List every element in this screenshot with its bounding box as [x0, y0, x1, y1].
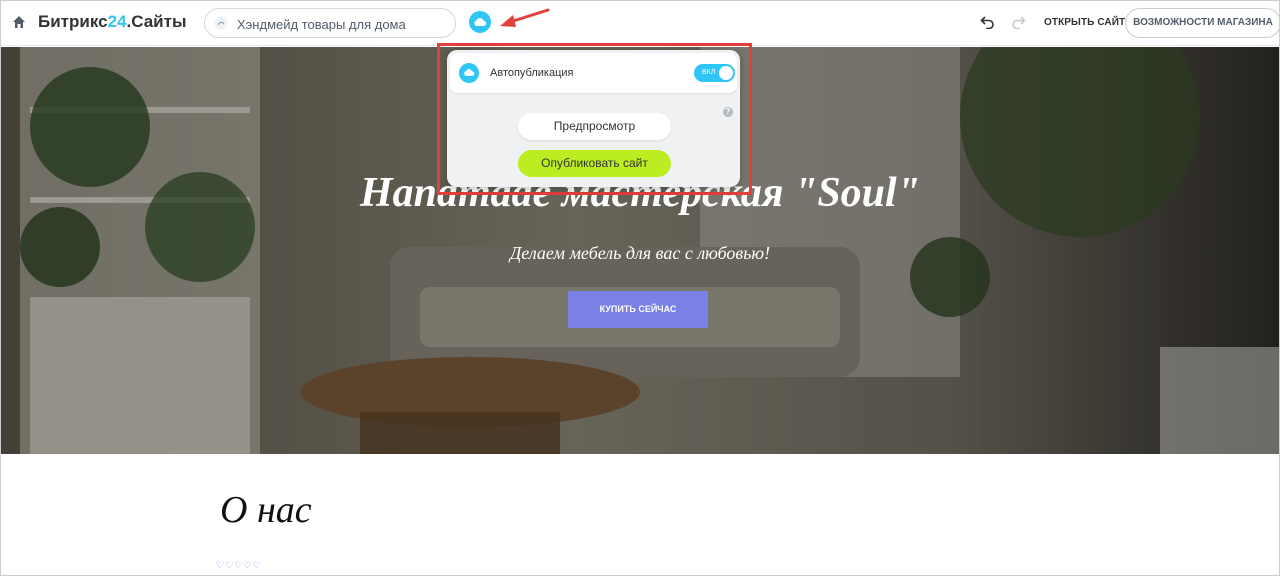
autopublish-row: Автопубликация ВКЛ — [450, 53, 737, 93]
autopublish-toggle[interactable]: ВКЛ — [694, 64, 735, 82]
redo-icon[interactable] — [1010, 15, 1026, 29]
undo-icon[interactable] — [980, 15, 996, 29]
toggle-state-label: ВКЛ — [702, 69, 716, 76]
hero-subtitle: Делаем мебель для вас с любовью! — [509, 243, 771, 263]
preview-button[interactable]: Предпросмотр — [518, 113, 671, 140]
red-arrow-annotation — [500, 8, 550, 27]
about-title: О нас — [220, 489, 312, 531]
app-logo[interactable]: Битрикс24.Сайты — [38, 12, 186, 32]
site-name: Хэндмейд товары для дома — [237, 17, 406, 32]
toggle-knob — [719, 66, 733, 80]
publish-site-button[interactable]: Опубликовать сайт — [518, 150, 671, 177]
logo-suffix: .Сайты — [126, 12, 187, 31]
autopublish-label: Автопубликация — [490, 67, 574, 79]
shop-features-button[interactable]: ВОЗМОЖНОСТИ МАГАЗИНА — [1125, 8, 1280, 38]
help-icon[interactable]: ? — [723, 107, 733, 117]
logo-accent: 24 — [107, 12, 127, 31]
hearts-decoration: ♡♡♡♡♡ — [216, 560, 262, 570]
site-thumbnail-icon — [214, 16, 228, 30]
publish-popup: Автопубликация ВКЛ ? Предпросмотр Опубли… — [447, 50, 740, 187]
cloud-icon — [459, 63, 479, 83]
cloud-icon — [474, 18, 487, 26]
site-selector[interactable]: Хэндмейд товары для дома — [204, 8, 456, 38]
buy-now-button[interactable]: КУПИТЬ СЕЙЧАС — [568, 291, 708, 328]
top-bar: Битрикс24.Сайты Хэндмейд товары для дома… — [0, 0, 1280, 46]
publish-cloud-button[interactable] — [469, 11, 491, 33]
open-site-link[interactable]: ОТКРЫТЬ САЙТ — [1044, 17, 1125, 28]
home-icon[interactable] — [12, 15, 26, 29]
logo-text: Битрикс — [38, 12, 108, 31]
